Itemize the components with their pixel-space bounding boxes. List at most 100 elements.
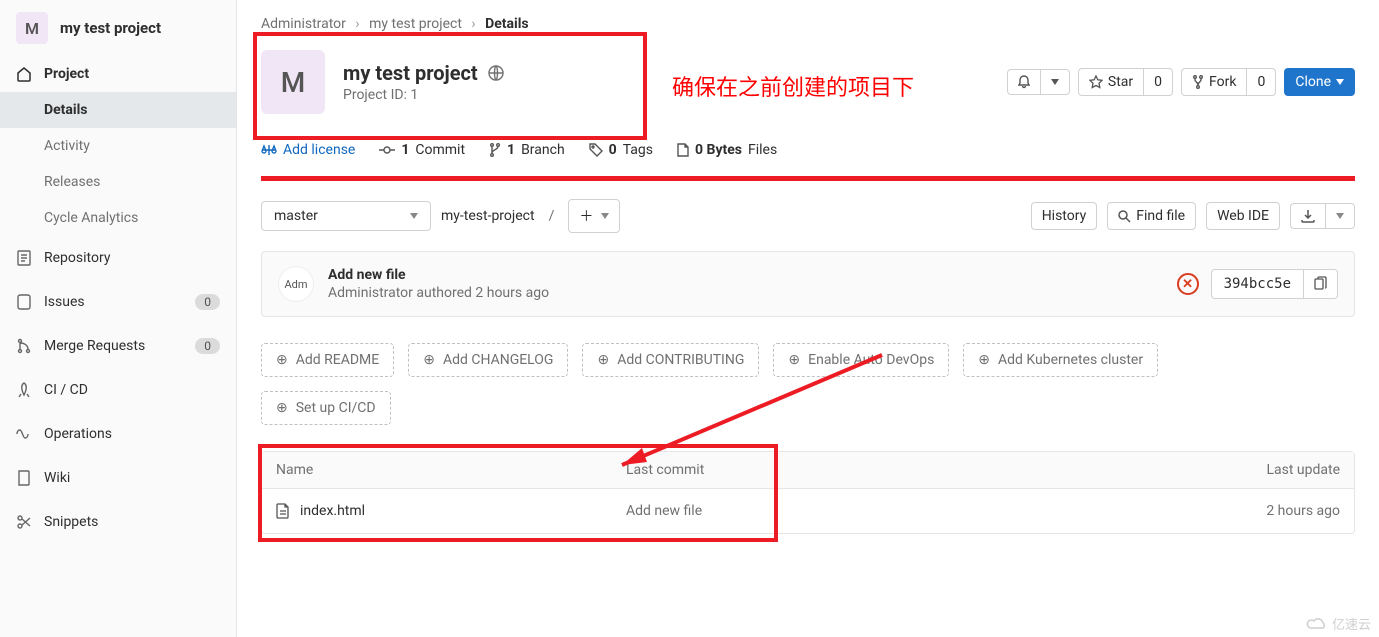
chevron-right-icon: ›: [471, 16, 475, 32]
sidebar-section-label: Project: [44, 66, 89, 82]
sidebar-item-wiki[interactable]: Wiki: [0, 456, 236, 500]
add-license-link[interactable]: Add license: [261, 142, 355, 158]
find-file-button[interactable]: Find file: [1107, 202, 1196, 230]
plus-icon: ⊕: [276, 352, 288, 368]
branches-stat[interactable]: 1 Branch: [489, 142, 565, 158]
branch-selector[interactable]: master: [261, 201, 431, 231]
issues-icon: [16, 294, 32, 310]
file-name[interactable]: index.html: [300, 503, 365, 519]
plus-icon: ⊕: [597, 352, 609, 368]
tags-stat[interactable]: 0 Tags: [589, 142, 653, 158]
sidebar-item-merge-requests[interactable]: Merge Requests 0: [0, 324, 236, 368]
breadcrumb-item[interactable]: Administrator: [261, 16, 346, 32]
commit-author-line: Administrator authored 2 hours ago: [328, 285, 549, 301]
file-toolbar: master my-test-project / ＋ History Find …: [261, 199, 1355, 233]
setup-cicd-button[interactable]: ⊕Set up CI/CD: [261, 391, 391, 425]
quick-actions-row: ⊕Add README ⊕Add CHANGELOG ⊕Add CONTRIBU…: [261, 343, 1355, 377]
fork-button[interactable]: Fork: [1181, 68, 1247, 96]
commits-stat[interactable]: 1 Commit: [379, 142, 465, 158]
project-avatar: M: [261, 50, 325, 114]
copy-sha-button[interactable]: [1304, 269, 1338, 299]
path-root[interactable]: my-test-project: [441, 208, 535, 224]
enable-auto-devops-button[interactable]: ⊕Enable Auto DevOps: [773, 343, 949, 377]
sidebar-item-activity[interactable]: Activity: [0, 128, 236, 164]
sidebar-item-label: Wiki: [44, 470, 70, 486]
document-icon: [16, 250, 32, 266]
notifications-dropdown[interactable]: [1041, 69, 1070, 95]
plus-icon: ⊕: [978, 352, 990, 368]
breadcrumb-item[interactable]: my test project: [369, 16, 462, 32]
col-last-commit: Last commit: [626, 462, 1180, 478]
fork-count: 0: [1247, 68, 1276, 96]
rocket-icon: [16, 382, 32, 398]
project-avatar-small: M: [16, 12, 48, 44]
clone-button[interactable]: Clone: [1284, 68, 1355, 96]
sidebar-item-ci-cd[interactable]: CI / CD: [0, 368, 236, 412]
file-last-commit[interactable]: Add new file: [626, 503, 1180, 519]
annotation-divider: [261, 176, 1355, 181]
col-last-update: Last update: [1180, 462, 1340, 478]
plus-icon: ⊕: [788, 352, 800, 368]
scissors-icon: [16, 514, 32, 530]
download-dropdown[interactable]: [1326, 203, 1355, 229]
add-contributing-button[interactable]: ⊕Add CONTRIBUTING: [582, 343, 759, 377]
add-changelog-button[interactable]: ⊕Add CHANGELOG: [408, 343, 568, 377]
sidebar-item-label: Snippets: [44, 514, 98, 530]
star-button[interactable]: Star: [1078, 68, 1144, 96]
project-title: my test project: [343, 61, 478, 85]
sidebar-item-label: Repository: [44, 250, 110, 266]
commit-author-avatar: Adm: [278, 266, 314, 302]
pipeline-status-failed-icon[interactable]: ✕: [1177, 273, 1199, 295]
globe-icon: [488, 65, 504, 81]
sidebar: M my test project Project Details Activi…: [0, 0, 237, 637]
sidebar-item-snippets[interactable]: Snippets: [0, 500, 236, 544]
plus-icon: ⊕: [423, 352, 435, 368]
col-name: Name: [276, 462, 626, 478]
sidebar-item-label: CI / CD: [44, 382, 88, 398]
main-content: Administrator › my test project › Detail…: [237, 0, 1379, 637]
project-header: M my test project Project ID: 1 确保在之前创建的…: [261, 50, 1355, 114]
sidebar-header: M my test project: [0, 0, 236, 56]
commit-sha[interactable]: 394bcc5e: [1211, 269, 1304, 299]
merge-icon: [16, 338, 32, 354]
mr-badge: 0: [195, 338, 220, 354]
add-kubernetes-button[interactable]: ⊕Add Kubernetes cluster: [963, 343, 1158, 377]
file-icon: [276, 503, 290, 519]
issues-badge: 0: [195, 294, 220, 310]
file-last-update: 2 hours ago: [1180, 503, 1340, 519]
sidebar-item-cycle-analytics[interactable]: Cycle Analytics: [0, 200, 236, 236]
project-id: Project ID: 1: [343, 87, 504, 103]
sidebar-item-label: Issues: [44, 294, 85, 310]
breadcrumb: Administrator › my test project › Detail…: [261, 10, 1355, 50]
sidebar-item-operations[interactable]: Operations: [0, 412, 236, 456]
files-table: Name Last commit Last update index.html …: [261, 451, 1355, 534]
book-icon: [16, 470, 32, 486]
sidebar-item-issues[interactable]: Issues 0: [0, 280, 236, 324]
table-header: Name Last commit Last update: [262, 452, 1354, 489]
commit-title[interactable]: Add new file: [328, 267, 549, 283]
plus-icon: ⊕: [276, 400, 288, 416]
web-ide-button[interactable]: Web IDE: [1206, 202, 1280, 230]
star-count: 0: [1144, 68, 1173, 96]
files-stat[interactable]: 0 Bytes Files: [677, 142, 777, 158]
sidebar-project-title: my test project: [60, 19, 161, 37]
sidebar-item-repository[interactable]: Repository: [0, 236, 236, 280]
project-stats: Add license 1 Commit 1 Branch 0 Tags 0 B…: [261, 142, 1355, 158]
watermark: 亿速云: [1306, 614, 1371, 633]
sidebar-item-label: Operations: [44, 426, 112, 442]
add-file-button[interactable]: ＋: [568, 199, 620, 233]
path-separator: /: [549, 208, 555, 224]
home-icon: [16, 66, 32, 82]
last-commit-box: Adm Add new file Administrator authored …: [261, 251, 1355, 317]
add-readme-button[interactable]: ⊕Add README: [261, 343, 394, 377]
notifications-button[interactable]: [1007, 69, 1041, 95]
sidebar-section-project[interactable]: Project: [0, 56, 236, 92]
table-row[interactable]: index.html Add new file 2 hours ago: [262, 489, 1354, 533]
sidebar-item-details[interactable]: Details: [0, 92, 236, 128]
history-button[interactable]: History: [1031, 202, 1098, 230]
breadcrumb-current: Details: [485, 16, 529, 32]
sidebar-item-releases[interactable]: Releases: [0, 164, 236, 200]
operations-icon: [16, 426, 32, 442]
annotation-text: 确保在之前创建的项目下: [672, 70, 914, 102]
download-button[interactable]: [1290, 203, 1326, 229]
